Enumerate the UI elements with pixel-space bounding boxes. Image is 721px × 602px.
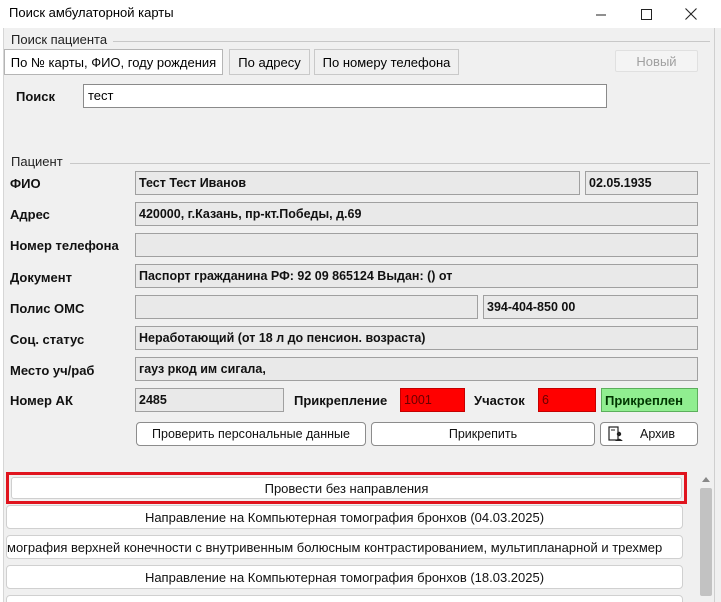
attach-status-badge: Прикреплен (601, 388, 698, 412)
address-label: Адрес (10, 207, 50, 222)
tab-phone[interactable]: По номеру телефона (314, 49, 459, 75)
list-item-label: Провести без направления (11, 477, 682, 499)
search-label: Поиск (16, 89, 56, 104)
attach-code-field[interactable]: 1001 (400, 388, 465, 412)
close-icon[interactable] (668, 0, 714, 28)
work-place-field[interactable]: гауз ркод им сигала, (135, 357, 698, 381)
list-item[interactable]: Направление на Компьютерная томография б… (6, 505, 683, 529)
oms-number-field[interactable]: 394-404-850 00 (483, 295, 698, 319)
check-personal-data-button[interactable]: Проверить персональные данные (136, 422, 366, 446)
fio-label: ФИО (10, 176, 41, 191)
phone-field[interactable] (135, 233, 698, 257)
ak-number-label: Номер АК (10, 393, 73, 408)
archive-user-icon (608, 426, 624, 442)
search-input[interactable]: тест (83, 84, 607, 108)
tab-card-fio-year[interactable]: По № карты, ФИО, году рождения (4, 49, 223, 75)
fio-field[interactable]: Тест Тест Иванов (135, 171, 580, 195)
ak-number-field[interactable]: 2485 (135, 388, 284, 412)
oms-series-field[interactable] (135, 295, 478, 319)
archive-button-label: Архив (640, 427, 676, 441)
search-group-line (113, 41, 710, 42)
attach-button[interactable]: Прикрепить (371, 422, 595, 446)
list-item[interactable] (6, 595, 683, 602)
work-place-label: Место уч/раб (10, 363, 95, 378)
minimize-icon[interactable] (578, 0, 624, 28)
uchastok-field[interactable]: 6 (538, 388, 596, 412)
window-edge (714, 28, 721, 602)
address-field[interactable]: 420000, г.Казань, пр-кт.Победы, д.69 (135, 202, 698, 226)
attach-label: Прикрепление (294, 393, 388, 408)
social-status-field[interactable]: Неработающий (от 18 л до пенсион. возрас… (135, 326, 698, 350)
document-label: Документ (10, 270, 72, 285)
list-item-no-referral[interactable]: Провести без направления (6, 472, 687, 504)
search-group-label: Поиск пациента (11, 32, 108, 47)
scroll-up-icon[interactable] (698, 472, 714, 486)
tab-address[interactable]: По адресу (229, 49, 310, 75)
archive-button[interactable]: Архив (600, 422, 698, 446)
birth-date-field[interactable]: 02.05.1935 (585, 171, 698, 195)
window-title: Поиск амбулаторной карты (9, 5, 174, 20)
patient-group-label: Пациент (11, 154, 63, 169)
scroll-thumb[interactable] (700, 488, 712, 596)
phone-label: Номер телефона (10, 238, 119, 253)
new-button[interactable]: Новый (615, 50, 698, 72)
social-status-label: Соц. статус (10, 332, 85, 347)
list-item[interactable]: мография верхней конечности с внутривенн… (6, 535, 683, 559)
maximize-icon[interactable] (623, 0, 669, 28)
document-field[interactable]: Паспорт гражданина РФ: 92 09 865124 Выда… (135, 264, 698, 288)
patient-group-line (70, 163, 710, 164)
uchastok-label: Участок (474, 393, 525, 408)
oms-label: Полис ОМС (10, 301, 85, 316)
list-item[interactable]: Направление на Компьютерная томография б… (6, 565, 683, 589)
